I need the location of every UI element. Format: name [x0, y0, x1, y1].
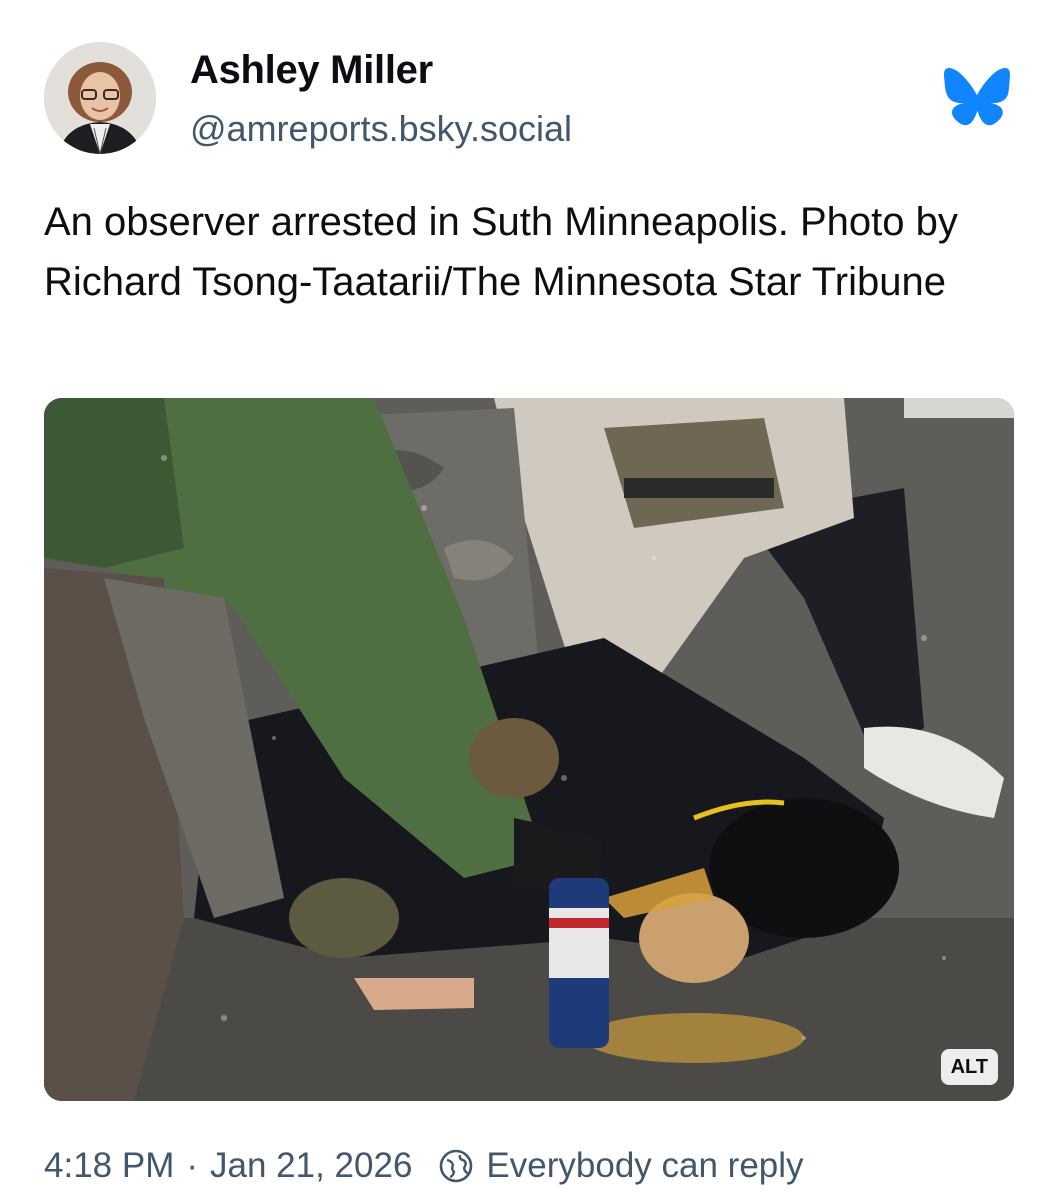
post-image[interactable]: ALT: [44, 398, 1014, 1101]
author-handle[interactable]: @amreports.bsky.social: [190, 108, 572, 150]
globe-reply-icon: [440, 1149, 473, 1183]
bluesky-butterfly-icon[interactable]: [944, 68, 1010, 126]
reply-setting[interactable]: Everybody can reply: [486, 1146, 803, 1186]
avatar-photo: [44, 42, 156, 154]
meta-separator: ·: [186, 1146, 199, 1185]
post-time[interactable]: 4:18 PM: [44, 1146, 174, 1186]
author-display-name[interactable]: Ashley Miller: [190, 48, 433, 93]
alt-text-button[interactable]: ALT: [940, 1049, 998, 1085]
arrest-photo: [44, 398, 1014, 1101]
post-text: An observer arrested in Suth Minneapolis…: [44, 200, 958, 304]
post-date[interactable]: Jan 21, 2026: [210, 1146, 412, 1186]
post-meta: 4:18 PM · Jan 21, 2026 Everybody can rep…: [44, 1142, 804, 1190]
avatar[interactable]: [44, 42, 156, 154]
